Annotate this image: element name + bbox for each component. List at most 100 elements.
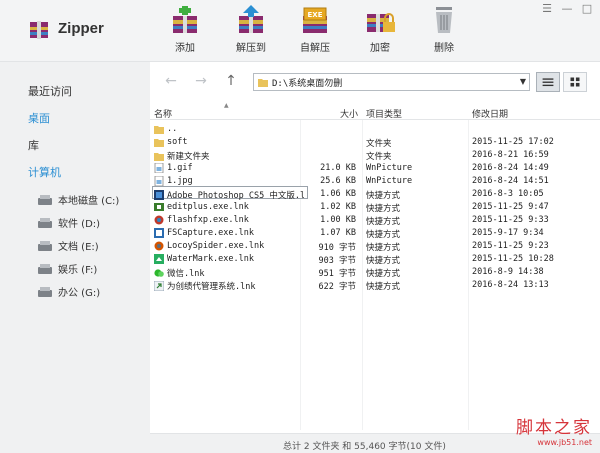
file-row[interactable]: 新建文件夹 文件夹 2016-8-21 16:59: [150, 149, 600, 162]
column-size[interactable]: 大小: [340, 107, 358, 120]
title-toolbar: Zipper 添加 解压到 EXE 自解压 加密 删除 ☰ — □: [0, 0, 600, 62]
file-name-cell: Adobe Photoshop CS5 中文版.lnk: [154, 189, 304, 201]
chevron-down-icon[interactable]: ▼: [520, 77, 526, 86]
file-date-cell: 2015-11-25 9:33: [472, 215, 549, 225]
file-date-cell: 2016-8-24 14:51: [472, 176, 549, 186]
app-title: Zipper: [58, 20, 104, 37]
hard-drive-icon: [38, 240, 52, 251]
sidebar: 最近访问 桌面 库 计算机 本地磁盘 (C:) 软件 (D:) 文档 (E:) …: [0, 62, 150, 453]
wechat-icon: [154, 269, 164, 277]
file-row[interactable]: flashfxp.exe.lnk 1.00 KB 快捷方式 2015-11-25 9:…: [150, 214, 600, 227]
address-bar[interactable]: D:\系统桌面勿删 ▼: [253, 73, 530, 91]
file-row[interactable]: 1.jpg 25.6 KB WnPicture 2016-8-24 14:51: [150, 175, 600, 188]
hard-drive-icon: [38, 194, 52, 205]
minimize-icon[interactable]: —: [560, 2, 574, 16]
column-name[interactable]: 名称: [154, 107, 172, 120]
sidebar-drive-g[interactable]: 办公 (G:): [38, 284, 100, 299]
file-name-cell: 为创绩代管理系统.lnk: [154, 280, 304, 292]
file-type-cell: 快捷方式: [366, 269, 401, 279]
file-date-cell: 2015-11-25 9:23: [472, 241, 549, 251]
sidebar-item-computer[interactable]: 计算机: [28, 164, 61, 180]
sidebar-item-library[interactable]: 库: [28, 137, 39, 153]
file-row[interactable]: 微信.lnk 951 字节 快捷方式 2016-8-9 14:38: [150, 266, 600, 279]
file-row[interactable]: WaterMark.exe.lnk 903 字节 快捷方式 2015-11-25 10…: [150, 253, 600, 266]
sidebar-drive-e[interactable]: 文档 (E:): [38, 238, 99, 253]
grid-view-icon: [570, 77, 580, 87]
file-name-cell: 微信.lnk: [154, 267, 304, 279]
maximize-icon[interactable]: □: [580, 2, 594, 16]
image-file-icon: [154, 176, 164, 186]
file-type-cell: 快捷方式: [366, 230, 401, 240]
sidebar-item-recent[interactable]: 最近访问: [28, 83, 72, 99]
hard-drive-icon: [38, 286, 52, 297]
up-arrow-icon[interactable]: ↑: [224, 74, 238, 88]
file-type-cell: 快捷方式: [366, 243, 401, 253]
file-date-cell: 2016-8-24 14:49: [472, 163, 549, 173]
file-name-cell: flashfxp.exe.lnk: [154, 215, 304, 225]
file-row[interactable]: Adobe Photoshop CS5 中文版.lnk 1.06 KB 快捷方式 20…: [150, 188, 600, 201]
file-list-header: ▲ 名称 大小 项目类型 修改日期: [150, 102, 600, 120]
file-size-cell: 21.0 KB: [320, 163, 356, 173]
hard-drive-icon: [38, 217, 52, 228]
add-button[interactable]: 添加: [160, 4, 210, 60]
file-type-cell: 文件夹: [366, 152, 392, 162]
file-size-cell: 951 字节: [318, 269, 356, 279]
file-type-cell: WnPicture: [366, 163, 413, 173]
spider-icon: [154, 241, 164, 251]
file-name-cell: FSCapture.exe.lnk: [154, 228, 304, 238]
sidebar-drive-f[interactable]: 娱乐 (F:): [38, 261, 97, 276]
column-type[interactable]: 项目类型: [366, 107, 402, 120]
file-size-cell: 1.07 KB: [320, 228, 356, 238]
shortcut-icon: [154, 281, 164, 291]
extract-to-button[interactable]: 解压到: [226, 4, 276, 60]
file-size-cell: 910 字节: [318, 243, 356, 253]
file-date-cell: 2016-8-3 10:05: [472, 189, 544, 199]
menu-icon[interactable]: ☰: [540, 2, 554, 16]
file-date-cell: 2016-8-21 16:59: [472, 150, 549, 160]
file-type-cell: 文件夹: [366, 139, 392, 149]
self-extract-exe-icon: EXE: [303, 7, 327, 33]
photoshop-icon: [154, 190, 164, 200]
site-watermark: 脚本之家 www.jb51.net: [516, 418, 592, 447]
fscapture-icon: [154, 228, 164, 238]
self-extract-button[interactable]: EXE 自解压: [290, 4, 340, 60]
trash-icon: [436, 7, 452, 33]
list-view-icon: [542, 78, 554, 87]
file-row[interactable]: FSCapture.exe.lnk 1.07 KB 快捷方式 2015-9-17 9:…: [150, 227, 600, 240]
file-row[interactable]: soft 文件夹 2015-11-25 17:02: [150, 136, 600, 149]
file-size-cell: 1.06 KB: [320, 189, 356, 199]
file-date-cell: 2015-9-17 9:34: [472, 228, 544, 238]
file-date-cell: 2015-11-25 17:02: [472, 137, 554, 147]
file-name-cell: editplus.exe.lnk: [154, 202, 304, 212]
grid-view-button[interactable]: [563, 72, 587, 92]
folder-icon: [258, 79, 268, 87]
back-arrow-icon[interactable]: ←: [164, 74, 178, 88]
encrypt-button[interactable]: 加密: [355, 4, 405, 60]
file-date-cell: 2015-11-25 10:28: [472, 254, 554, 264]
file-date-cell: 2016-8-9 14:38: [472, 267, 544, 277]
file-row[interactable]: LocoySpider.exe.lnk 910 字节 快捷方式 2015-11-25 …: [150, 240, 600, 253]
file-row[interactable]: 为创绩代管理系统.lnk 622 字节 快捷方式 2016-8-24 13:13: [150, 279, 600, 292]
flashfxp-icon: [154, 215, 164, 225]
file-row[interactable]: ..: [150, 123, 600, 136]
file-name-cell: LocoySpider.exe.lnk: [154, 241, 304, 251]
folder-icon: [154, 139, 164, 147]
file-name-cell: soft: [154, 137, 304, 147]
file-row[interactable]: 1.gif 21.0 KB WnPicture 2016-8-24 14:49: [150, 162, 600, 175]
delete-button[interactable]: 删除: [419, 4, 469, 60]
sidebar-item-desktop[interactable]: 桌面: [28, 110, 50, 126]
column-date[interactable]: 修改日期: [472, 107, 508, 120]
sidebar-drive-d[interactable]: 软件 (D:): [38, 215, 100, 230]
file-type-cell: 快捷方式: [366, 282, 401, 292]
file-size-cell: 622 字节: [318, 282, 356, 292]
sidebar-drive-c[interactable]: 本地磁盘 (C:): [38, 192, 119, 207]
forward-arrow-icon[interactable]: →: [194, 74, 208, 88]
folder-icon: [154, 126, 164, 134]
watermark-icon: [154, 254, 164, 264]
list-view-button[interactable]: [536, 72, 560, 92]
file-type-cell: WnPicture: [366, 176, 413, 186]
folder-icon: [154, 153, 164, 161]
file-row[interactable]: editplus.exe.lnk 1.02 KB 快捷方式 2015-11-25 9:…: [150, 201, 600, 214]
file-type-cell: 快捷方式: [366, 256, 401, 266]
file-name-cell: WaterMark.exe.lnk: [154, 254, 304, 264]
